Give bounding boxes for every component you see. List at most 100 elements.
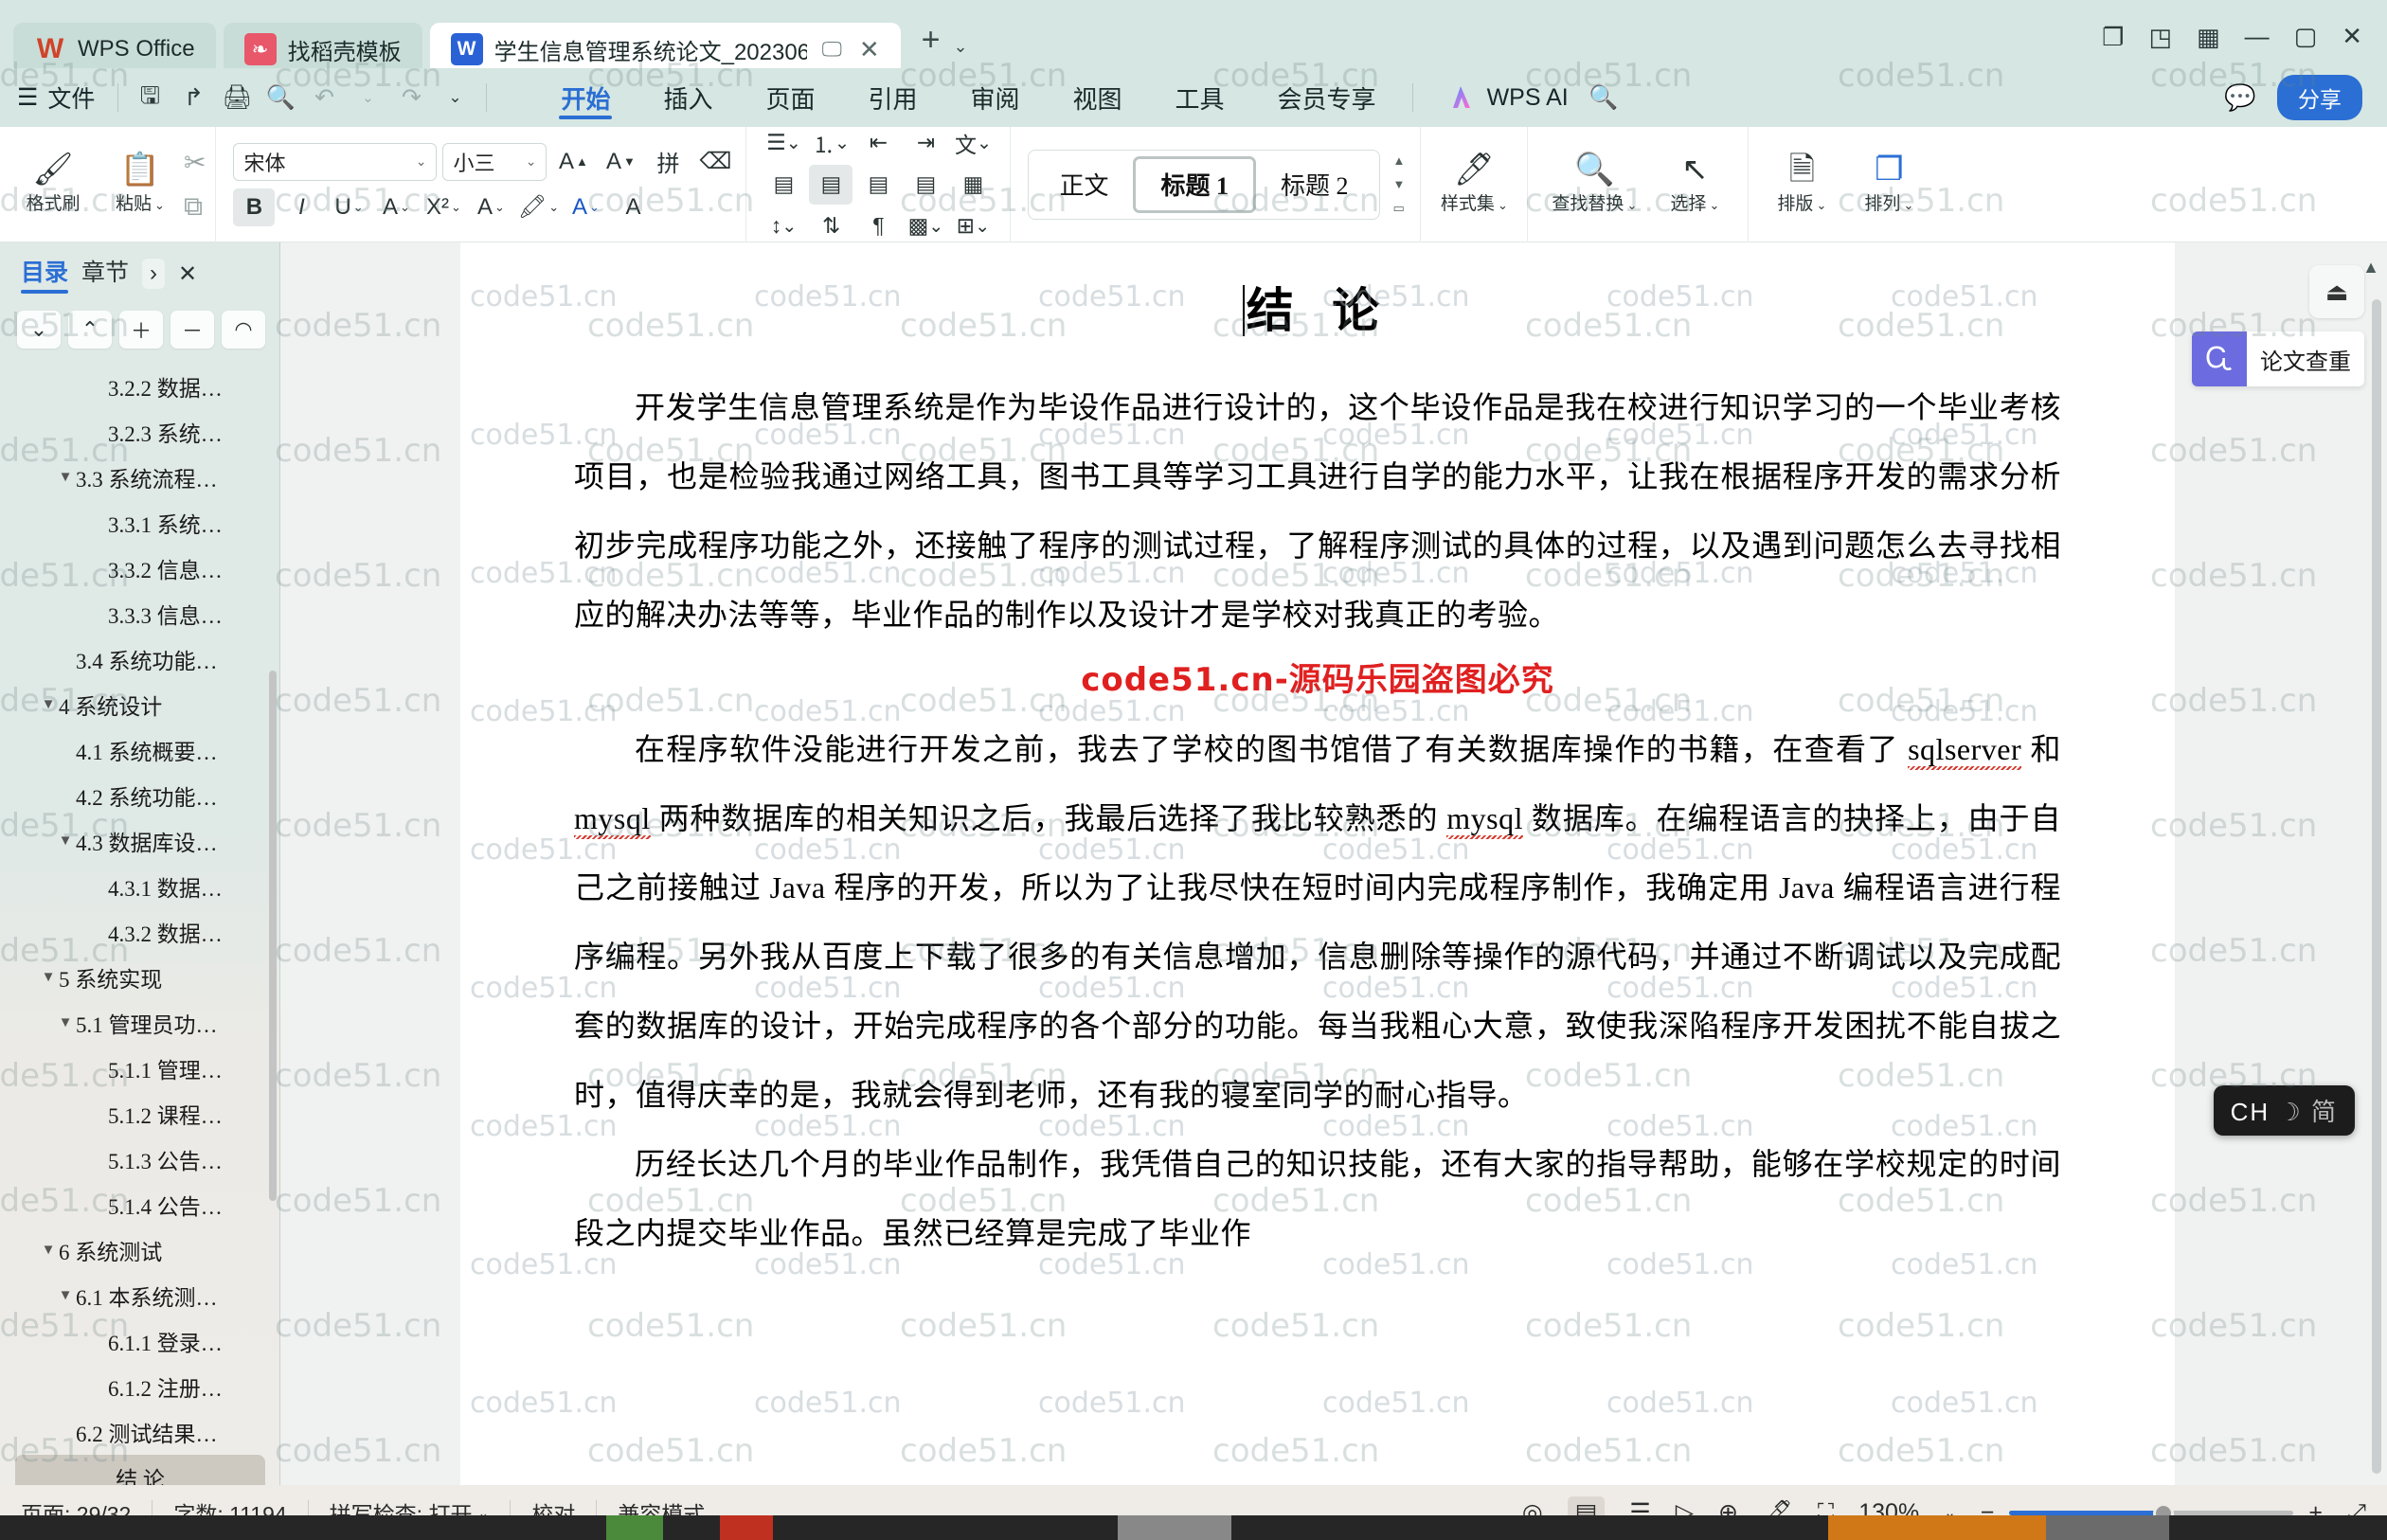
outline-item[interactable]: ▼ 6 系统测试 [0, 1227, 280, 1273]
copy-icon[interactable]: ⧉ [184, 191, 206, 223]
ribbon-tab-tools[interactable]: 工具 [1149, 70, 1251, 125]
font-size-select[interactable]: 小三 ⌄ [442, 142, 547, 181]
font-color-icon[interactable]: A ⌄ [565, 188, 606, 226]
outline-item[interactable]: 5.1.4 公告… [0, 1182, 280, 1227]
align-right-icon[interactable]: ▤ [856, 165, 900, 205]
bullet-list-icon[interactable]: ☰ ⌄ [762, 123, 805, 163]
share-button[interactable]: 分享 [2277, 75, 2362, 120]
align-center-icon[interactable]: ▤ [809, 164, 853, 205]
typesetting-button[interactable]: 🗎 排版 ⌄ [1758, 153, 1845, 215]
decrease-font-size-button[interactable]: A ▼ [600, 143, 641, 181]
triangle-down-icon[interactable]: ▼ [38, 697, 59, 713]
outline-item[interactable]: 4.2 系统功能… [0, 773, 280, 818]
borders-icon[interactable]: ⊞ ⌄ [951, 206, 995, 246]
undo-chevron-down-icon[interactable]: ⌄ [346, 76, 389, 119]
undo-icon[interactable]: ↶ [302, 76, 346, 119]
outline-item[interactable]: 3.3.1 系统… [0, 500, 280, 546]
prev-heading-chevron-up-icon[interactable]: ⌃ [68, 311, 112, 349]
outline-item[interactable]: 3.4 系统功能… [0, 636, 280, 682]
superscript-button[interactable]: X² ⌄ [422, 188, 464, 226]
cut-icon[interactable]: ✂ [184, 147, 206, 178]
format-painter-button[interactable]: 🖌 格式刷 [9, 153, 97, 215]
comment-icon[interactable]: 💬 [2224, 82, 2256, 113]
screen-record-icon[interactable]: ▦ [2197, 25, 2220, 49]
increase-indent-icon[interactable]: ⇥ [904, 123, 947, 163]
sidebar-toggle-icon[interactable]: ❐ [2102, 25, 2124, 49]
asian-layout-icon[interactable]: 文 ⌄ [951, 123, 995, 163]
outline-item[interactable]: 5.1.3 公告… [0, 1137, 280, 1182]
outline-item-selected[interactable]: 结 论 [15, 1455, 265, 1485]
shading-icon[interactable]: ▩ ⌄ [904, 206, 947, 246]
arrange-button[interactable]: ❐ 排列 ⌄ [1845, 153, 1932, 215]
clear-format-icon[interactable]: ⌫ [694, 143, 736, 181]
ribbon-tab-reference[interactable]: 引用 [841, 70, 943, 125]
font-name-select[interactable]: 宋体 ⌄ [233, 142, 438, 181]
numbered-list-icon[interactable]: ⒈ ⌄ [809, 123, 852, 163]
paste-button[interactable]: 📋 粘贴 ⌄ [97, 153, 184, 215]
ribbon-tab-view[interactable]: 视图 [1047, 70, 1149, 125]
align-left-icon[interactable]: ▤ [762, 165, 805, 205]
style-heading-2[interactable]: 标题 2 [1256, 156, 1373, 213]
close-button[interactable]: ✕ [2342, 22, 2362, 51]
document-canvas[interactable]: code51.cn code51.cn code51.cn code51.cn code… [280, 242, 2387, 1485]
outline-item[interactable]: 3.2.3 系统… [0, 409, 280, 455]
outline-item[interactable]: ▼ 4 系统设计 [0, 682, 280, 727]
file-menu-button[interactable]: ☰ 文件 [0, 81, 108, 115]
style-gallery-scroll[interactable]: ▲ ▼ ▭ [1388, 153, 1411, 216]
triangle-down-icon[interactable]: ▼ [55, 1015, 76, 1031]
close-tab-icon[interactable]: ✕ [859, 35, 880, 64]
document-vertical-scrollbar[interactable] [2372, 299, 2381, 1474]
chevron-up-icon[interactable]: ▲ [1393, 153, 1406, 168]
sidebar-tab-chapter[interactable]: 章节 [81, 254, 129, 294]
redo-icon[interactable]: ↷ [389, 76, 433, 119]
outline-item[interactable]: 5.1.2 课程… [0, 1091, 280, 1137]
tab-list-chevron-down-icon[interactable]: ⌄ [953, 37, 967, 57]
outline-item[interactable]: ▼ 5 系统实现 [0, 955, 280, 1000]
outline-item[interactable]: ▼ 6.1 本系统测… [0, 1273, 280, 1318]
style-heading-1[interactable]: 标题 1 [1133, 155, 1256, 213]
close-icon[interactable]: ✕ [178, 260, 197, 288]
document-paragraph-3[interactable]: 历经长达几个月的毕业作品制作，我凭借自己的知识技能，还有大家的指导帮助，能够在学… [574, 1130, 2061, 1268]
cloud-sync-icon[interactable]: ↱ [171, 76, 215, 119]
triangle-down-icon[interactable]: ▼ [38, 1243, 59, 1259]
triangle-down-icon[interactable]: ▼ [38, 970, 59, 986]
show-marks-icon[interactable]: ¶ [856, 206, 900, 246]
outline-item[interactable]: 3.3.2 信息… [0, 546, 280, 591]
document-page[interactable]: code51.cn code51.cn code51.cn code51.cn code… [460, 242, 2175, 1485]
cube-icon[interactable]: ◳ [2148, 25, 2172, 49]
highlight-icon[interactable]: 🖍 ⌄ [517, 188, 559, 226]
outline-item[interactable]: 4.1 系统概要… [0, 727, 280, 773]
pinyin-guide-button[interactable]: 拼 [647, 143, 689, 181]
document-paragraph-1[interactable]: 开发学生信息管理系统是作为毕设作品进行设计的，这个毕设作品是我在校进行知识学习的… [574, 373, 2061, 715]
ribbon-tab-review[interactable]: 审阅 [944, 70, 1047, 125]
character-shading-button[interactable]: A ⌄ [470, 188, 512, 226]
outline-item[interactable]: ▼ 5.1 管理员功… [0, 1000, 280, 1046]
outline-item[interactable]: 3.3.3 信息… [0, 591, 280, 636]
outline-tree[interactable]: 3.2.2 数据… 3.2.3 系统… ▼ 3.3 系统流程… 3.3.1 系统… 3.3… [0, 358, 280, 1485]
find-replace-button[interactable]: 🔍 查找替换 ⌄ [1537, 153, 1651, 215]
character-border-button[interactable]: A [612, 188, 654, 226]
triangle-down-icon[interactable]: ▼ [55, 833, 76, 850]
print-preview-icon[interactable]: 🔍 [259, 76, 302, 119]
plagiarism-check-button[interactable]: Ꮹ 论文查重 [2192, 331, 2364, 386]
decrease-indent-icon[interactable]: ⇤ [856, 123, 900, 163]
ribbon-tab-start[interactable]: 开始 [534, 70, 637, 125]
maximize-button[interactable]: ▢ [2294, 22, 2318, 51]
collapse-all-icon[interactable]: ◠ [222, 311, 265, 349]
ime-indicator[interactable]: CH ☽ 简 [2213, 1085, 2355, 1136]
minimize-button[interactable]: — [2245, 22, 2270, 51]
triangle-down-icon[interactable]: ▼ [55, 1288, 76, 1304]
strikethrough-button[interactable]: A ⌄ [375, 188, 417, 226]
increase-font-size-button[interactable]: A ▲ [552, 143, 594, 181]
select-button[interactable]: ↖ 选择 ⌄ [1651, 153, 1738, 215]
style-set-button[interactable]: 🖊 样式集 ⌄ [1430, 153, 1517, 215]
bold-button[interactable]: B [233, 188, 276, 226]
ribbon-tab-insert[interactable]: 插入 [637, 70, 739, 125]
style-normal[interactable]: 正文 [1034, 156, 1133, 213]
sort-icon[interactable]: ⇅ [809, 206, 852, 246]
distribute-icon[interactable]: ▦ [951, 165, 995, 205]
sidebar-scrollbar[interactable] [269, 671, 277, 1201]
sidebar-tab-outline[interactable]: 目录 [21, 254, 69, 294]
collapse-level-minus-icon[interactable]: － [170, 311, 214, 349]
outline-item[interactable]: 6.1.2 注册… [0, 1364, 280, 1409]
